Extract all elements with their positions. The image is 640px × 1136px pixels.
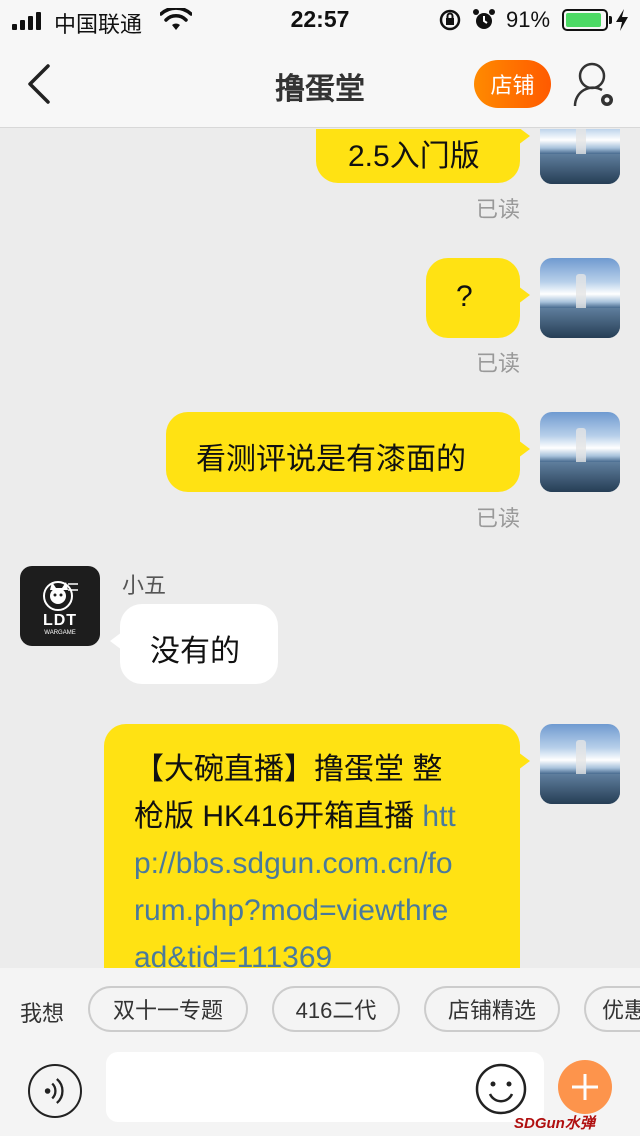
plus-icon[interactable] <box>558 1060 612 1114</box>
quick-reply-bar: 我想 双十一专题 416二代 店铺精选 优惠 <box>0 968 640 1050</box>
quick-reply-chip[interactable]: 优惠 <box>584 986 640 1032</box>
read-status: 已读 <box>475 506 520 531</box>
orientation-lock-icon <box>439 9 461 31</box>
sender-name: 小五 <box>122 573 167 598</box>
message-bubble[interactable]: 【大碗直播】撸蛋堂 整 枪版 HK416开箱直播 htt p://bbs.sdg… <box>104 724 530 968</box>
chat-area[interactable]: 2.5入门版 已读 ? 已读 看测评说是有漆面的 已读 LDT WARGAME … <box>0 129 640 968</box>
avatar[interactable] <box>540 258 620 338</box>
alarm-icon <box>473 9 495 29</box>
avatar[interactable] <box>540 724 620 804</box>
quick-reply-chip[interactable]: 店铺精选 <box>424 986 560 1032</box>
message-bubble[interactable]: 没有的 <box>110 604 278 684</box>
message-link[interactable]: p://bbs.sdgun.com.cn/fo <box>134 840 504 887</box>
quick-reply-label: 我想 <box>20 1001 65 1026</box>
quick-reply-chip[interactable]: 双十一专题 <box>88 986 248 1032</box>
emoji-icon[interactable] <box>474 1062 528 1116</box>
message-link[interactable]: htt <box>422 800 455 833</box>
message-text-line: 枪版 HK416开箱直播 <box>134 800 423 833</box>
read-status: 已读 <box>475 197 520 222</box>
battery-percent: 91% <box>506 7 551 32</box>
message-bubble[interactable]: 2.5入门版 <box>316 129 530 183</box>
avatar-logo-subtext: WARGAME <box>44 630 76 636</box>
charging-icon <box>616 9 628 31</box>
message-link[interactable]: rum.php?mod=viewthre <box>134 887 504 934</box>
message-link[interactable]: ad&tid=111369 <box>134 934 504 968</box>
shop-button[interactable]: 店铺 <box>474 60 551 108</box>
avatar[interactable] <box>540 129 620 184</box>
quick-reply-chip[interactable]: 416二代 <box>272 986 400 1032</box>
message-text: 没有的 <box>150 635 240 668</box>
read-status: 已读 <box>475 351 520 376</box>
voice-icon[interactable] <box>28 1064 82 1118</box>
message-text-line: 【大碗直播】撸蛋堂 整 <box>134 753 443 786</box>
cat-logo-icon <box>43 581 78 611</box>
message-text: ? <box>456 280 473 313</box>
user-settings-icon[interactable] <box>572 60 616 110</box>
avatar[interactable]: LDT WARGAME <box>20 566 100 646</box>
message-bubble[interactable]: ? <box>426 258 530 338</box>
watermark: SDGun水弹 <box>514 1115 595 1132</box>
avatar-logo-text: LDT <box>42 612 78 629</box>
nav-bar: 撸蛋堂 店铺 <box>0 40 640 128</box>
battery-icon <box>562 9 612 31</box>
message-bubble[interactable]: 看测评说是有漆面的 <box>166 412 530 492</box>
status-bar: 中国联通 22:57 91% <box>0 0 640 40</box>
message-text: 看测评说是有漆面的 <box>196 443 466 476</box>
avatar[interactable] <box>540 412 620 492</box>
message-text: 2.5入门版 <box>348 140 480 173</box>
